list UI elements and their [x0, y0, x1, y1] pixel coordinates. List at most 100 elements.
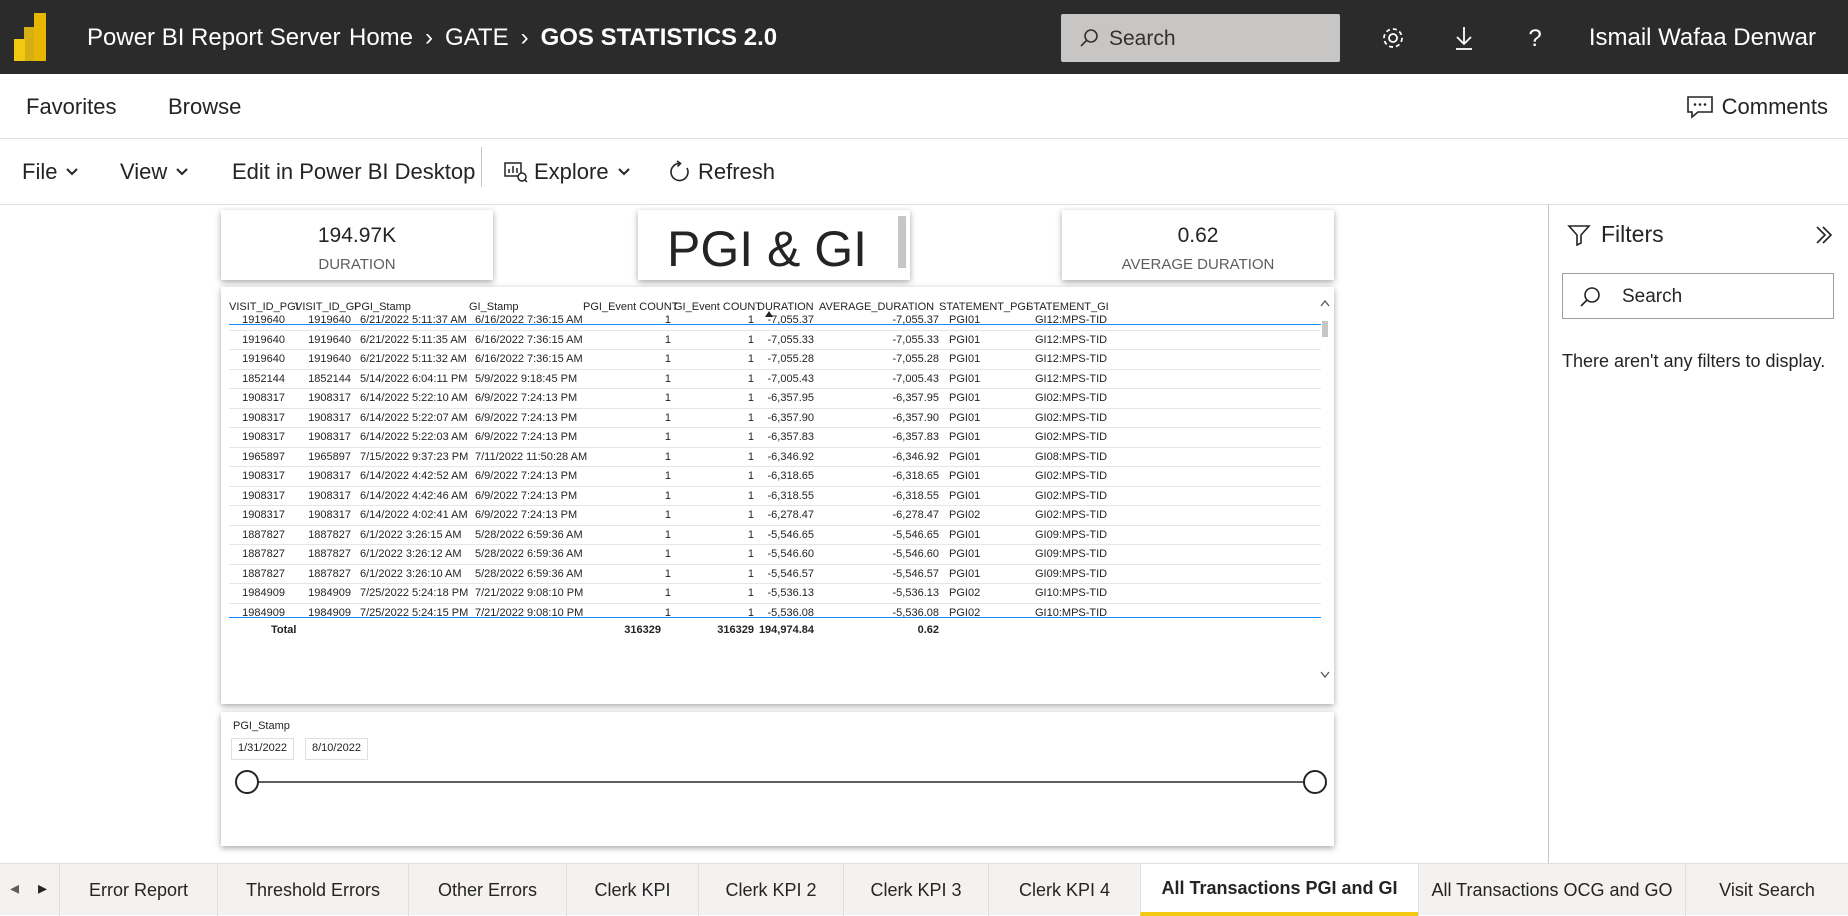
table-row[interactable]: 1852144 1852144 5/14/2022 6:04:11 PM 5/9/20… [229, 370, 1321, 389]
page-tab[interactable]: Visit Search [1685, 864, 1848, 916]
table-cell: 6/21/2022 5:11:35 AM [360, 333, 467, 346]
transactions-table[interactable]: VISIT_ID_PGI VISIT_ID_GI PGI_Stamp GI_St… [221, 287, 1334, 704]
scroll-down-icon[interactable] [1320, 671, 1330, 679]
view-menu[interactable]: View [120, 159, 189, 185]
average-duration-card[interactable]: 0.62 AVERAGE DURATION [1062, 210, 1334, 280]
total-label: Total [271, 624, 297, 636]
table-cell: -6,318.65 [767, 470, 814, 482]
table-cell: 6/21/2022 5:11:32 AM [360, 353, 467, 365]
refresh-label: Refresh [698, 159, 776, 184]
help-icon[interactable]: ? [1521, 24, 1549, 52]
table-cell: PGI01 [949, 548, 981, 560]
table-row[interactable]: 1908317 1908317 6/14/2022 5:22:07 AM 6/9/20… [229, 409, 1321, 428]
filters-search-input[interactable]: Search [1562, 273, 1834, 319]
table-cell: 6/1/2022 3:26:12 AM [360, 548, 462, 560]
total-pgi-count: 316329 [624, 624, 661, 636]
table-cell: 1908317 [308, 431, 351, 443]
table-row[interactable]: 1908317 1908317 6/14/2022 4:42:46 AM 6/9/20… [229, 487, 1321, 506]
table-cell: 1 [747, 392, 754, 404]
scroll-up-icon[interactable] [1320, 299, 1330, 307]
tabs-scroll-right-icon[interactable]: ▸ [38, 878, 47, 899]
comments-button[interactable]: Comments [1686, 94, 1828, 120]
table-cell: GI09:MPS-TID [1035, 548, 1108, 560]
global-search-input[interactable]: Search [1061, 14, 1340, 62]
page-tab[interactable]: All Transactions PGI and GI [1140, 864, 1418, 916]
table-cell: 6/14/2022 4:42:52 AM [360, 470, 468, 482]
app-title[interactable]: Power BI Report Server [87, 24, 340, 52]
breadcrumb-gate[interactable]: GATE [445, 24, 509, 52]
page-tab[interactable]: Clerk KPI [566, 864, 698, 916]
table-cell: 1 [747, 353, 754, 365]
table-cell: 6/9/2022 7:24:13 PM [475, 489, 578, 502]
gear-icon[interactable] [1379, 24, 1407, 52]
page-tab[interactable]: All Transactions OCG and GO [1418, 864, 1685, 916]
download-icon[interactable] [1450, 24, 1478, 52]
page-tab[interactable]: Threshold Errors [217, 864, 408, 916]
table-cell: 1 [664, 353, 671, 365]
page-tab[interactable]: Clerk KPI 4 [988, 864, 1140, 916]
breadcrumb-home[interactable]: Home [349, 24, 413, 52]
slicer-start-handle[interactable] [235, 770, 259, 794]
page-tab[interactable]: Other Errors [408, 864, 566, 916]
table-cell: 1887827 [242, 567, 285, 580]
table-cell: 1 [664, 372, 671, 385]
table-row[interactable]: 1887827 1887827 6/1/2022 3:26:10 AM 5/28/20… [229, 565, 1321, 584]
table-row[interactable]: 1887827 1887827 6/1/2022 3:26:12 AM 5/28/20… [229, 545, 1321, 565]
table-cell: 1 [664, 606, 671, 618]
page-tab[interactable]: Clerk KPI 3 [843, 864, 988, 916]
date-range-slicer[interactable]: PGI_Stamp 1/31/2022 8/10/2022 [221, 712, 1334, 846]
file-menu[interactable]: File [22, 159, 79, 185]
slicer-end-handle[interactable] [1303, 770, 1327, 794]
table-cell: -7,055.33 [767, 333, 814, 346]
table-cell: 1 [747, 431, 754, 443]
table-cell: 6/21/2022 5:11:37 AM [360, 314, 467, 326]
duration-card[interactable]: 194.97K DURATION [221, 210, 493, 280]
table-row[interactable]: 1984909 1984909 7/25/2022 5:24:18 PM 7/21/2… [229, 584, 1321, 604]
table-row[interactable]: 1919640 1919640 6/21/2022 5:11:35 AM 6/16/2… [229, 331, 1321, 350]
collapse-pane-icon[interactable] [1814, 225, 1834, 245]
table-cell: PGI01 [949, 392, 981, 404]
table-cell: 1887827 [242, 528, 285, 541]
scroll-thumb[interactable] [1322, 321, 1328, 337]
table-cell: -5,546.65 [892, 528, 939, 541]
nav-favorites[interactable]: Favorites [26, 94, 116, 120]
table-row[interactable]: 1919640 1919640 6/21/2022 5:11:32 AM 6/16/2… [229, 350, 1321, 370]
table-cell: 1852144 [308, 372, 351, 385]
table-row[interactable]: 1908317 1908317 6/14/2022 5:22:10 AM 6/9/20… [229, 389, 1321, 409]
table-cell: -7,055.28 [767, 353, 814, 365]
table-cell: 1908317 [242, 411, 285, 424]
table-cell: 1887827 [308, 567, 351, 580]
table-row[interactable]: 1965897 1965897 7/15/2022 9:37:23 PM 7/11/2… [229, 448, 1321, 467]
user-name[interactable]: Ismail Wafaa Denwar [1589, 24, 1816, 52]
table-row[interactable]: 1908317 1908317 6/14/2022 5:22:03 AM 6/9/20… [229, 428, 1321, 448]
table-scrollbar[interactable] [1320, 295, 1330, 687]
page-tab[interactable]: Clerk KPI 2 [698, 864, 843, 916]
table-row[interactable]: 1908317 1908317 6/14/2022 4:02:41 AM 6/9/20… [229, 506, 1321, 526]
table-row[interactable]: 1908317 1908317 6/14/2022 4:42:52 AM 6/9/20… [229, 467, 1321, 487]
table-row[interactable]: 1984909 1984909 7/25/2022 5:24:15 PM 7/21/2… [229, 604, 1321, 618]
table-cell: GI12:MPS-TID [1035, 353, 1108, 365]
nav-browse[interactable]: Browse [168, 94, 241, 120]
table-cell: 1908317 [242, 392, 285, 404]
edit-in-desktop-button[interactable]: Edit in Power BI Desktop [232, 159, 475, 185]
slicer-track[interactable] [247, 781, 1315, 783]
table-cell: GI08:MPS-TID [1035, 450, 1108, 463]
slicer-end-date[interactable]: 8/10/2022 [305, 738, 368, 760]
power-bi-logo-icon[interactable] [14, 13, 56, 61]
title-card[interactable]: PGI & GI [638, 210, 910, 280]
table-cell: 1 [747, 567, 754, 580]
table-cell: -5,536.13 [767, 587, 814, 599]
refresh-button[interactable]: Refresh [668, 159, 775, 185]
table-cell: 1 [747, 528, 754, 541]
explore-menu[interactable]: Explore [504, 159, 631, 185]
table-cell: 1852144 [242, 372, 285, 385]
tabs-scroll-left-icon[interactable]: ◂ [10, 878, 19, 899]
page-tab[interactable]: Error Report [59, 864, 217, 916]
title-scrollbar[interactable] [898, 216, 906, 268]
slicer-start-date[interactable]: 1/31/2022 [231, 738, 294, 760]
table-cell: PGI02 [949, 606, 981, 618]
table-row[interactable]: 1919640 1919640 6/21/2022 5:11:37 AM 6/16/2… [229, 311, 1321, 331]
table-cell: GI10:MPS-TID [1035, 587, 1108, 599]
table-cell: 1 [747, 450, 754, 463]
table-row[interactable]: 1887827 1887827 6/1/2022 3:26:15 AM 5/28/20… [229, 526, 1321, 545]
